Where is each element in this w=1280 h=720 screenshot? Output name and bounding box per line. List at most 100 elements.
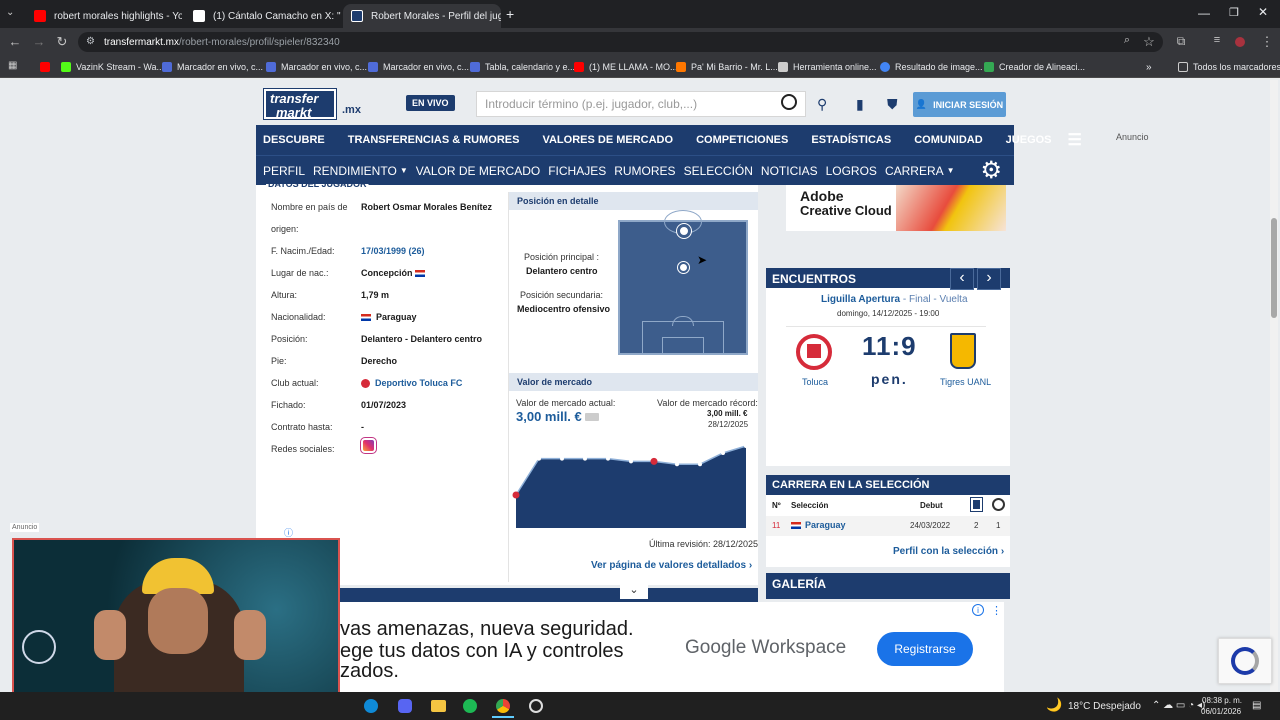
- url-field[interactable]: transfermarkt.mx/robert-morales/profil/s…: [78, 32, 1163, 52]
- market-value-point[interactable]: [675, 462, 679, 467]
- profile-icon[interactable]: [1235, 37, 1245, 47]
- tab-valor-mercado[interactable]: VALOR DE MERCADO: [416, 164, 540, 178]
- clock-time[interactable]: 08:38 p. m.: [1202, 696, 1242, 705]
- search-input[interactable]: Introducir término (p.ej. jugador, club,…: [476, 91, 806, 117]
- scrollbar[interactable]: [1270, 80, 1278, 692]
- market-value-chart[interactable]: [512, 438, 750, 528]
- bookmark-10[interactable]: Creador de Alineaci...: [984, 60, 1085, 74]
- bookmark-5[interactable]: Tabla, calendario y e...: [470, 60, 575, 74]
- home-team[interactable]: Toluca: [802, 377, 828, 387]
- bookmarks-overflow[interactable]: »: [1146, 60, 1152, 74]
- bookmark-8[interactable]: Herramienta online...: [778, 60, 877, 74]
- nav-juegos[interactable]: JUEGOS: [1006, 134, 1052, 146]
- star-icon[interactable]: ☆: [1140, 34, 1158, 50]
- market-value-point[interactable]: [629, 459, 633, 464]
- transfermarkt-logo[interactable]: transfer markt: [263, 88, 337, 120]
- match-score[interactable]: 11:9: [862, 331, 917, 362]
- adobe-ad[interactable]: Adobe Creative Cloud: [786, 185, 1006, 231]
- menu-icon[interactable]: ⋮: [1258, 34, 1276, 50]
- player-search-icon[interactable]: ⚲: [817, 96, 827, 113]
- site-tld[interactable]: .mx: [342, 104, 361, 116]
- away-team[interactable]: Tigres UANL: [940, 377, 991, 387]
- discord-icon[interactable]: [398, 699, 412, 713]
- birth-date-link[interactable]: 17/03/1999 (26): [361, 246, 425, 256]
- prev-arrow[interactable]: ‹: [950, 268, 974, 290]
- collapse-chevron-icon[interactable]: ⌄: [620, 583, 648, 599]
- bookmark-icon[interactable]: ▮: [856, 96, 864, 113]
- restore-icon[interactable]: ❐: [1229, 6, 1239, 19]
- tab-logros[interactable]: LOGROS: [826, 164, 877, 178]
- market-value-point[interactable]: [650, 457, 658, 465]
- search-icon[interactable]: [781, 94, 797, 110]
- bookmark-9[interactable]: Resultado de image...: [880, 60, 983, 74]
- nav-transferencias[interactable]: TRANSFERENCIAS & RUMORES: [348, 134, 520, 146]
- tab-rendimiento[interactable]: RENDIMIENTO: [313, 164, 397, 178]
- edge-icon[interactable]: [364, 699, 378, 713]
- google-workspace-ad[interactable]: vas amenazas, nueva seguridad. ege tus d…: [340, 602, 1004, 692]
- obs-icon[interactable]: [529, 699, 543, 713]
- tab-search-button[interactable]: ⌄: [6, 7, 20, 21]
- media-icon[interactable]: ≡: [1208, 34, 1226, 46]
- hamburger-icon[interactable]: ☰: [1068, 130, 1082, 150]
- national-profile-link[interactable]: Perfil con la selección ›: [893, 546, 1004, 557]
- nav-valores[interactable]: VALORES DE MERCADO: [542, 134, 673, 146]
- site-info-icon[interactable]: ⚙: [86, 36, 95, 47]
- market-details-link[interactable]: Ver página de valores detallados ›: [591, 560, 752, 571]
- market-value-point[interactable]: [721, 451, 725, 455]
- tab-rumores[interactable]: RUMORES: [614, 164, 675, 178]
- nav-competiciones[interactable]: COMPETICIONES: [696, 134, 788, 146]
- market-value-point[interactable]: [583, 456, 587, 461]
- bookmark-youtube[interactable]: [40, 60, 55, 74]
- gear-icon[interactable]: ⚙: [980, 156, 1002, 185]
- all-bookmarks[interactable]: Todos los marcadores: [1178, 60, 1280, 74]
- weather-status[interactable]: 18°C Despejado: [1068, 701, 1141, 712]
- spotify-icon[interactable]: [463, 699, 477, 713]
- chrome-icon[interactable]: [496, 699, 510, 713]
- live-button[interactable]: EN VIVO: [406, 95, 455, 111]
- register-button[interactable]: Registrarse: [877, 632, 973, 666]
- bookmark-3[interactable]: Marcador en vivo, c...: [266, 60, 367, 74]
- browser-tab-transfermarkt[interactable]: Robert Morales - Perfil del jug ✕: [343, 4, 501, 28]
- clock-date[interactable]: 06/01/2026: [1201, 707, 1241, 716]
- browser-tab-youtube[interactable]: robert morales highlights - You ✕: [26, 4, 182, 28]
- close-window-icon[interactable]: ✕: [1258, 5, 1268, 19]
- tigres-crest-icon[interactable]: [950, 333, 976, 369]
- bookmark-7[interactable]: Pa' Mi Barrio - Mr. L...: [676, 60, 778, 74]
- tab-fichajes[interactable]: FICHAJES: [548, 164, 606, 178]
- market-value-point[interactable]: [537, 456, 541, 461]
- nav-comunidad[interactable]: COMUNIDAD: [914, 134, 982, 146]
- bookmark-2[interactable]: Marcador en vivo, c...: [162, 60, 263, 74]
- market-value-point[interactable]: [560, 456, 564, 461]
- shield-icon[interactable]: ⛊: [887, 96, 898, 113]
- recaptcha-badge[interactable]: [1218, 638, 1272, 684]
- login-button[interactable]: 👤 INICIAR SESIÓN: [913, 92, 1006, 117]
- browser-tab-x[interactable]: (1) Cántalo Camacho en X: "Op ✕: [185, 4, 341, 28]
- ad-menu-icon[interactable]: ⋮: [991, 604, 1002, 617]
- ad-info-icon[interactable]: i: [972, 604, 984, 616]
- tab-noticias[interactable]: NOTICIAS: [761, 164, 818, 178]
- bookmark-6[interactable]: (1) ME LLAMA - MO...: [574, 60, 678, 74]
- new-tab-button[interactable]: +: [506, 6, 514, 22]
- tab-carrera[interactable]: CARRERA: [885, 164, 944, 178]
- zoom-icon[interactable]: ⌕: [1118, 34, 1136, 47]
- market-value-point[interactable]: [698, 462, 702, 467]
- next-arrow[interactable]: ›: [977, 268, 1001, 290]
- minimize-icon[interactable]: —: [1198, 6, 1210, 20]
- notification-icon[interactable]: ▤: [1252, 700, 1261, 711]
- bookmark-1[interactable]: VazinK Stream - Wa...: [61, 60, 164, 74]
- instagram-icon[interactable]: [360, 437, 377, 454]
- apps-icon[interactable]: ▦: [8, 60, 17, 71]
- national-team-link[interactable]: Paraguay: [791, 520, 846, 530]
- extensions-icon[interactable]: ⧉: [1172, 34, 1190, 49]
- current-club-link[interactable]: Deportivo Toluca FC: [361, 378, 462, 389]
- toluca-crest-icon[interactable]: [796, 334, 832, 370]
- tray-icons[interactable]: ⌃ ☁ ▭ ◔ ◂): [1152, 700, 1205, 711]
- market-value-point[interactable]: [606, 456, 610, 461]
- nav-estadisticas[interactable]: ESTADÍSTICAS: [811, 134, 891, 146]
- reload-icon[interactable]: ↻: [53, 34, 71, 50]
- forward-icon[interactable]: →: [30, 34, 48, 49]
- tab-perfil[interactable]: PERFIL: [263, 164, 305, 178]
- nav-descubre[interactable]: DESCUBRE: [263, 134, 325, 146]
- market-value-point[interactable]: [512, 491, 520, 499]
- bookmark-4[interactable]: Marcador en vivo, c...: [368, 60, 469, 74]
